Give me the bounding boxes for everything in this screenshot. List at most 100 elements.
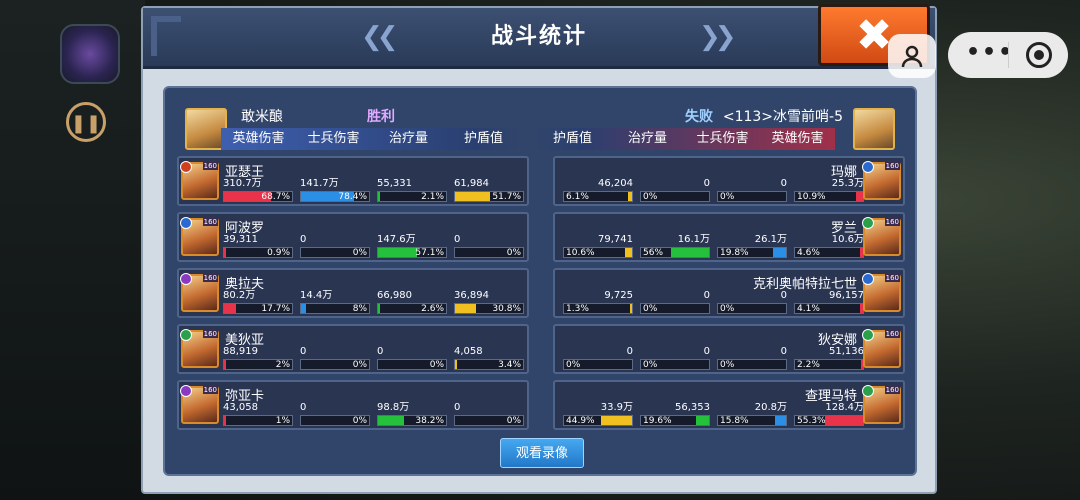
stat-bar: 1% <box>223 415 293 426</box>
hero-avatar[interactable]: 160 <box>862 217 901 256</box>
stat-percent: 1% <box>275 416 290 426</box>
stat-soldier: 26.1万 19.8% <box>717 234 787 260</box>
stat-percent: 2.1% <box>421 192 444 202</box>
stat-bar: 1.3% <box>563 303 633 314</box>
stat-soldier: 0 0% <box>300 402 370 428</box>
stat-heal: 16.1万 56% <box>640 234 710 260</box>
stat-soldier: 20.8万 15.8% <box>717 402 787 428</box>
exit-target-icon[interactable] <box>1026 42 1052 68</box>
hero-avatar[interactable]: 160 <box>862 273 901 312</box>
hero-row: 玛娜 46,204 6.1% 0 0% 0 0% 25.3万 10.9% 160 <box>553 156 905 206</box>
right-team-name: <113>冰雪前哨-5 <box>722 109 843 125</box>
stat-bar: 68.7% <box>223 191 293 202</box>
stat-bar: 0% <box>300 359 370 370</box>
stat-percent: 51.7% <box>492 192 521 202</box>
stat-shield: 9,725 1.3% <box>563 290 633 316</box>
stat-value: 61,984 <box>454 178 489 189</box>
stat-value: 9,725 <box>604 290 633 301</box>
stat-bar-fill <box>301 304 307 313</box>
stat-bar: 30.8% <box>454 303 524 314</box>
tab-hero-damage[interactable]: 英雄伤害 <box>221 128 296 150</box>
stat-hero: 128.4万 55.3% <box>794 402 864 428</box>
stat-soldier: 14.4万 8% <box>300 290 370 316</box>
stat-percent: 38.2% <box>415 416 444 426</box>
stats-panel: 敢米酿 胜利 失败 <113>冰雪前哨-5 英雄伤害 士兵伤害 治疗量 护盾值 … <box>163 86 917 476</box>
hero-avatar[interactable]: 160 <box>180 273 219 312</box>
stat-shield: 46,204 6.1% <box>563 178 633 204</box>
stat-bar-fill <box>855 192 863 201</box>
hero-level: 160 <box>202 330 218 338</box>
stat-value: 310.7万 <box>223 178 262 189</box>
stat-percent: 78.4% <box>338 192 367 202</box>
hero-class-badge <box>180 161 192 173</box>
stat-bar: 0% <box>454 247 524 258</box>
hero-avatar[interactable]: 160 <box>180 217 219 256</box>
hero-class-badge <box>862 161 874 173</box>
hero-row: 160 阿波罗 39,311 0.9% 0 0% 147.6万 57.1% 0 0% <box>177 212 529 262</box>
stat-bar-fill <box>224 304 237 313</box>
stat-soldier: 0 0% <box>717 178 787 204</box>
stat-bar-fill <box>455 304 476 313</box>
stat-value: 10.6万 <box>831 234 864 245</box>
right-stat-tabs: 护盾值 治疗量 士兵伤害 英雄伤害 <box>535 128 835 150</box>
stat-soldier: 0 0% <box>717 346 787 372</box>
stat-bar: 17.7% <box>223 303 293 314</box>
watch-replay-button[interactable]: 观看录像 <box>500 438 584 468</box>
right-team-avatar <box>853 108 895 150</box>
hero-avatar[interactable]: 160 <box>862 161 901 200</box>
tab-shield[interactable]: 护盾值 <box>446 128 521 150</box>
stat-bar: 38.2% <box>377 415 447 426</box>
hero-avatar[interactable]: 160 <box>180 329 219 368</box>
stat-value: 16.1万 <box>677 234 710 245</box>
stat-bar-fill <box>601 416 632 425</box>
stat-bar: 0% <box>640 359 710 370</box>
tab-soldier-damage[interactable]: 士兵伤害 <box>685 128 760 150</box>
stat-bar: 0% <box>563 359 633 370</box>
stat-value: 0 <box>780 290 787 301</box>
stat-heal: 147.6万 57.1% <box>377 234 447 260</box>
stat-value: 79,741 <box>598 234 633 245</box>
stat-soldier: 0 0% <box>300 234 370 260</box>
stat-hero: 25.3万 10.9% <box>794 178 864 204</box>
stat-bar-fill <box>455 192 491 201</box>
stat-bar-fill <box>224 360 226 369</box>
hero-avatar[interactable]: 160 <box>862 385 901 424</box>
teams-header: 敢米酿 胜利 失败 <113>冰雪前哨-5 英雄伤害 士兵伤害 治疗量 护盾值 … <box>165 88 915 150</box>
hero-row: 查理马特 33.9万 44.9% 56,353 19.6% 20.8万 15.8% 128.4… <box>553 380 905 430</box>
pause-icon[interactable]: ❚❚ <box>66 102 106 142</box>
stat-percent: 55.3% <box>797 416 826 426</box>
dialog-titlebar: ❮❮ 战斗统计 ❯❯ <box>143 8 935 69</box>
hero-skill-icon[interactable] <box>60 24 120 84</box>
tab-healing[interactable]: 治疗量 <box>371 128 446 150</box>
hero-class-badge <box>862 385 874 397</box>
stat-percent: 0% <box>566 360 581 370</box>
stat-value: 88,919 <box>223 346 258 357</box>
next-arrow-icon[interactable]: ❯❯ <box>699 22 736 52</box>
stat-bar: 0% <box>640 303 710 314</box>
stat-shield: 33.9万 44.9% <box>563 402 633 428</box>
more-icon[interactable]: ••• <box>966 40 1014 65</box>
tab-hero-damage[interactable]: 英雄伤害 <box>760 128 835 150</box>
tab-soldier-damage[interactable]: 士兵伤害 <box>296 128 371 150</box>
hero-level: 160 <box>884 330 900 338</box>
stat-percent: 0% <box>720 192 735 202</box>
stat-bar: 0% <box>717 303 787 314</box>
stat-bar: 15.8% <box>717 415 787 426</box>
stat-percent: 0% <box>643 192 658 202</box>
hero-class-badge <box>180 385 192 397</box>
hero-avatar[interactable]: 160 <box>180 161 219 200</box>
stat-percent: 1.3% <box>566 304 589 314</box>
hero-avatar[interactable]: 160 <box>180 385 219 424</box>
stat-bar-fill <box>378 416 404 425</box>
tab-healing[interactable]: 治疗量 <box>610 128 685 150</box>
right-team-result: 失败 <box>685 109 713 125</box>
stat-value: 0 <box>454 234 461 245</box>
stat-value: 80.2万 <box>223 290 256 301</box>
user-profile-icon[interactable] <box>888 34 936 78</box>
stat-bar: 2% <box>223 359 293 370</box>
tab-shield[interactable]: 护盾值 <box>535 128 610 150</box>
stat-bar-fill <box>378 192 380 201</box>
stat-bar: 10.6% <box>563 247 633 258</box>
hero-avatar[interactable]: 160 <box>862 329 901 368</box>
stat-bar: 19.6% <box>640 415 710 426</box>
